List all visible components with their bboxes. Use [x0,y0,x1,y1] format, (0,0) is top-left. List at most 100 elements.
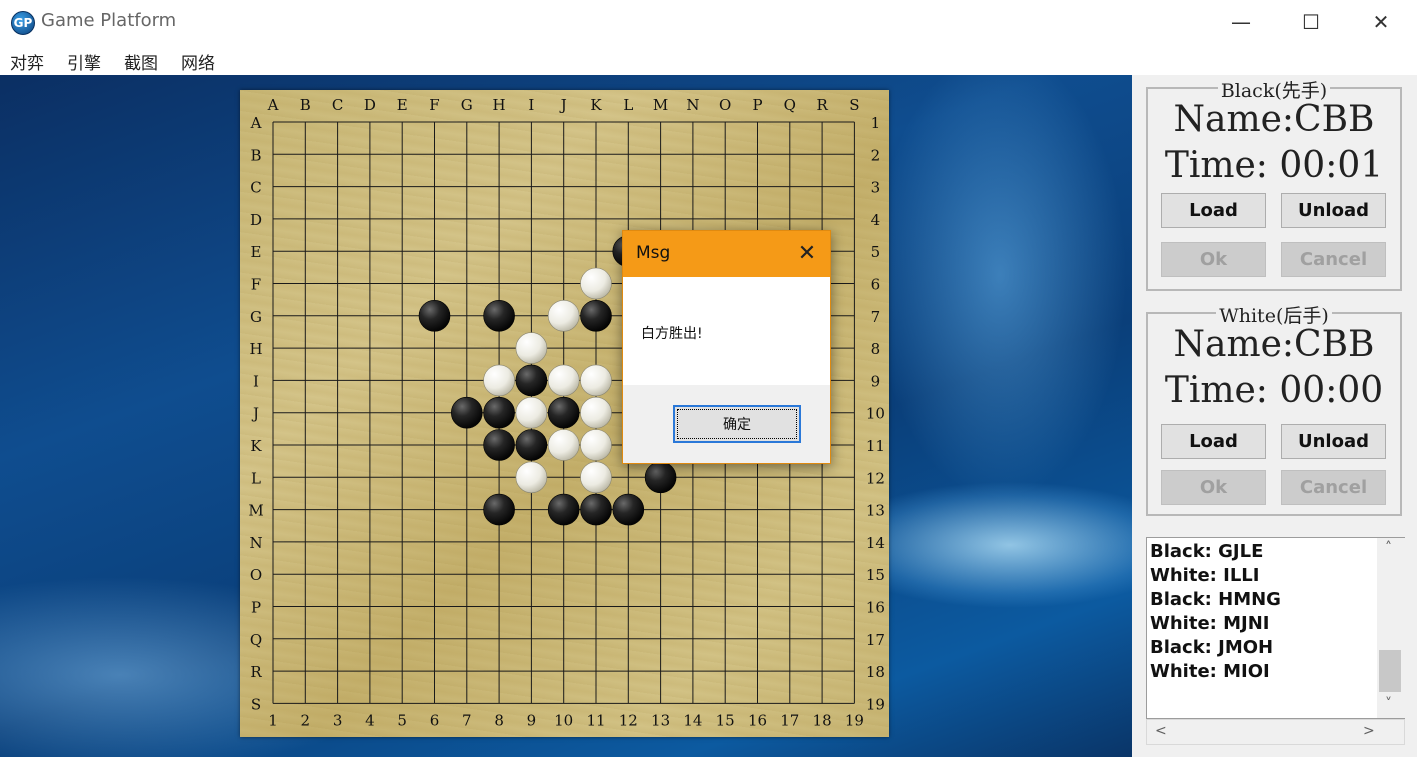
column-label: A [267,96,279,114]
dialog-message: 白方胜出! [641,326,703,342]
row-number-label: 2 [871,146,881,164]
column-label: P [752,96,762,114]
close-icon[interactable]: ✕ [793,239,821,267]
menu-screenshot[interactable]: 截图 [124,49,158,74]
white-stone [547,300,580,332]
black-stone [483,396,515,429]
row-label: A [250,114,262,132]
row-label: O [250,566,262,584]
menu-network[interactable]: 网络 [181,49,215,74]
black-stone [547,493,580,526]
white-time: Time: 00:00 [1164,370,1384,411]
scroll-up-icon[interactable]: ˄ [1385,540,1392,556]
scrollbar-thumb[interactable] [1379,650,1401,692]
white-stone [515,396,548,429]
row-number-label: 16 [866,599,885,617]
close-window-button[interactable]: ✕ [1346,0,1416,44]
white-stone [580,267,612,300]
column-number-label: 15 [716,711,735,729]
black-load-button[interactable]: Load [1161,193,1266,228]
row-label: R [250,663,262,681]
black-ok-button[interactable]: Ok [1161,242,1266,277]
row-number-label: 11 [866,437,885,455]
move-log[interactable]: Black: GJLE White: ILLI Black: HMNG Whit… [1146,537,1405,719]
black-stone [483,493,515,526]
row-number-label: 6 [871,276,881,294]
row-label: L [251,469,261,487]
column-label: K [590,96,602,114]
row-number-label: 14 [866,534,885,552]
row-number-label: 4 [871,211,881,229]
white-stone [547,364,580,397]
black-stone [483,429,515,461]
column-label: Q [784,96,796,114]
white-load-button[interactable]: Load [1161,424,1266,459]
row-label: I [253,372,259,390]
row-number-label: 18 [866,663,885,681]
column-number-label: 2 [301,711,311,729]
black-stone [451,396,483,429]
column-number-label: 7 [462,711,472,729]
row-label: E [251,243,262,261]
white-stone [515,332,548,364]
row-number-label: 5 [871,243,881,261]
black-stone [483,300,515,332]
column-label: B [300,96,311,114]
black-cancel-button[interactable]: Cancel [1281,242,1386,277]
menu-play[interactable]: 对弈 [10,49,44,74]
row-label: N [249,534,262,552]
column-label: M [653,96,668,114]
white-name: Name:CBB [1173,324,1375,365]
window-title: Game Platform [41,10,177,31]
row-label: C [250,179,261,197]
row-label: J [251,405,259,423]
column-label: D [364,96,376,114]
white-cancel-button[interactable]: Cancel [1281,470,1386,505]
message-dialog: Msg ✕ 白方胜出! 确定 [622,230,831,464]
scroll-right-icon[interactable]: > [1363,723,1375,739]
list-item: Black: HMNG [1150,589,1281,610]
row-number-label: 1 [871,114,881,132]
column-label: S [849,96,859,114]
white-stone [580,364,612,397]
column-number-label: 17 [780,711,799,729]
white-ok-button[interactable]: Ok [1161,470,1266,505]
white-player-panel: White(后手) Name:CBB Time: 00:00 Load Unlo… [1146,305,1402,516]
menu-engine[interactable]: 引擎 [67,49,101,74]
row-label: P [251,599,261,617]
white-unload-button[interactable]: Unload [1281,424,1386,459]
white-stone [580,396,612,429]
black-stone [580,300,612,332]
white-stone [580,461,612,494]
column-label: J [559,96,567,114]
maximize-button[interactable]: ☐ [1276,0,1346,44]
black-stone [515,429,548,461]
black-stone [612,493,645,526]
black-stone [515,364,548,397]
horizontal-scrollbar[interactable]: < > [1146,719,1405,745]
column-number-label: 13 [651,711,670,729]
column-label: I [528,96,534,114]
minimize-button[interactable]: — [1206,0,1276,44]
menu-bar: 对弈 引擎 截图 网络 [0,44,1417,75]
column-label: F [429,96,439,114]
app-logo-icon: GP [11,11,35,35]
vertical-scrollbar[interactable]: ˄ ˅ [1377,538,1405,718]
column-label: O [719,96,731,114]
column-number-label: 11 [586,711,605,729]
row-label: B [250,146,261,164]
column-number-label: 12 [619,711,638,729]
list-item: Black: GJLE [1150,541,1264,562]
black-unload-button[interactable]: Unload [1281,193,1386,228]
black-stone [644,461,677,494]
column-number-label: 1 [268,711,278,729]
black-stone [418,300,451,332]
column-number-label: 19 [845,711,864,729]
dialog-title: Msg [636,243,671,263]
white-stone [547,429,580,461]
scroll-left-icon[interactable]: < [1155,723,1167,739]
column-number-label: 8 [494,711,504,729]
scroll-down-icon[interactable]: ˅ [1385,696,1392,712]
black-time: Time: 00:01 [1164,145,1384,186]
confirm-button[interactable]: 确定 [673,405,801,443]
